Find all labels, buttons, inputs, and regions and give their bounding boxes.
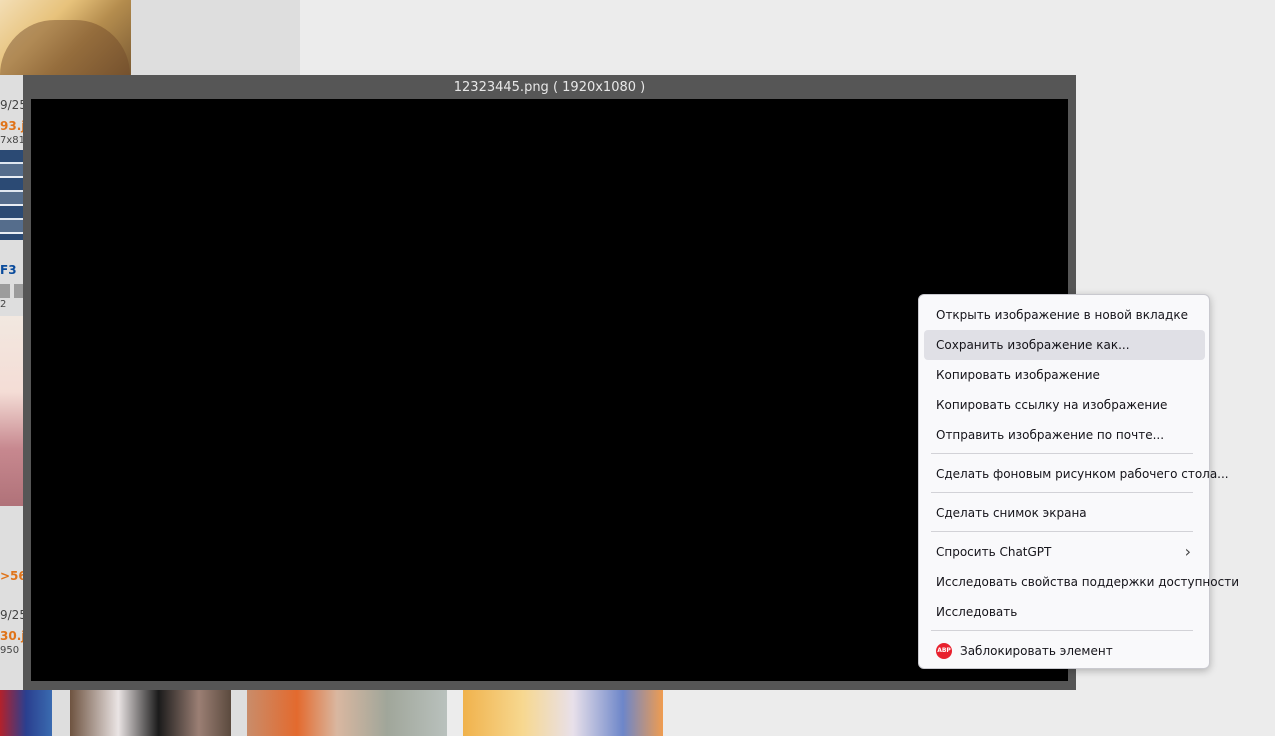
menu-item-label: Заблокировать элемент	[960, 644, 1113, 658]
background-thumbnail[interactable]	[0, 690, 52, 736]
menu-item-email-image[interactable]: Отправить изображение по почте...	[924, 420, 1205, 450]
bg-date-text: 9/25	[0, 98, 24, 112]
background-thumbnail[interactable]	[0, 150, 24, 240]
context-menu: Открыть изображение в новой вкладке Сохр…	[918, 294, 1239, 669]
background-thumbnail[interactable]	[0, 316, 24, 506]
menu-item-label: Спросить ChatGPT	[936, 545, 1052, 559]
menu-item-open-image-new-tab[interactable]: Открыть изображение в новой вкладке	[924, 300, 1205, 330]
chevron-right-icon: ›	[1184, 542, 1191, 561]
abp-icon: ABP	[936, 643, 952, 659]
menu-item-take-screenshot[interactable]: Сделать снимок экрана	[924, 498, 1205, 528]
menu-item-copy-image[interactable]: Копировать изображение	[924, 360, 1205, 390]
bg-filename-link[interactable]: 93.j	[0, 119, 24, 133]
menu-separator	[931, 492, 1193, 493]
menu-item-inspect[interactable]: Исследовать	[924, 597, 1205, 627]
menu-item-block-element[interactable]: ABP Заблокировать элемент	[924, 636, 1205, 666]
background-thumbnail[interactable]	[247, 690, 447, 736]
menu-item-save-image-as[interactable]: Сохранить изображение как...	[924, 330, 1205, 360]
menu-separator	[931, 531, 1193, 532]
bg-action-icons[interactable]	[0, 284, 24, 298]
background-thumbnail[interactable]	[463, 690, 663, 736]
bg-filename-link[interactable]: 30.j	[0, 629, 24, 643]
background-thumbnail[interactable]	[0, 0, 131, 75]
bg-date-text: 9/25	[0, 608, 24, 622]
bg-dimensions-text: 7x81	[0, 135, 24, 146]
viewer-image[interactable]	[31, 99, 1068, 681]
menu-separator	[931, 453, 1193, 454]
background-thumbnail[interactable]	[70, 690, 231, 736]
bg-dimensions-text: 950	[0, 645, 20, 656]
bg-post-number[interactable]: F3	[0, 263, 24, 277]
menu-separator	[931, 630, 1193, 631]
bg-count-text: 2	[0, 299, 7, 310]
viewer-title: 12323445.png ( 1920x1080 )	[453, 80, 646, 95]
menu-item-ask-chatgpt[interactable]: Спросить ChatGPT ›	[924, 537, 1205, 567]
menu-item-inspect-accessibility[interactable]: Исследовать свойства поддержки доступнос…	[924, 567, 1239, 597]
menu-item-set-desktop-background[interactable]: Сделать фоновым рисунком рабочего стола.…	[924, 459, 1229, 489]
menu-item-copy-image-link[interactable]: Копировать ссылку на изображение	[924, 390, 1205, 420]
bg-reply-link[interactable]: >564	[0, 569, 24, 583]
